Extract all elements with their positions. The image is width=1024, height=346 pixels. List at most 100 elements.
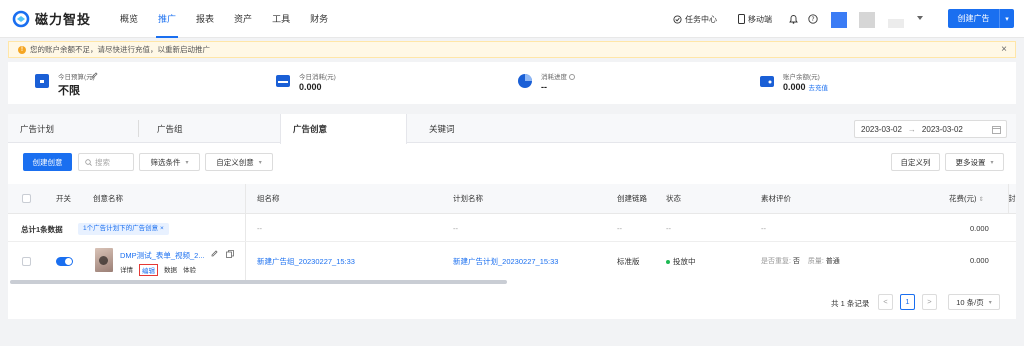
task-center-link[interactable]: 任务中心: [673, 0, 717, 38]
chevron-down-icon: ▾: [258, 159, 262, 166]
next-page-button[interactable]: >: [922, 294, 937, 310]
data-link[interactable]: 数据: [164, 264, 177, 276]
page-size-select[interactable]: 10 条/页 ▾: [948, 294, 1000, 310]
low-balance-notice: ! 您的账户余额不足，请尽快进行充值，以重新启动推广 ×: [8, 41, 1016, 58]
row-checkbox[interactable]: [22, 257, 31, 266]
date-end: 2023-03-02: [921, 124, 963, 134]
mobile-link[interactable]: 移动端: [738, 0, 772, 38]
play-icon: [99, 256, 108, 265]
create-ad-dropdown-icon[interactable]: ▾: [1000, 15, 1014, 23]
level-tabs: 广告计划 广告组 广告创意 关键词 2023-03-02 → 2023-03-0…: [8, 114, 1016, 144]
account-avatar-2[interactable]: [859, 12, 875, 28]
summary-link: --: [617, 224, 622, 233]
main-card: 广告计划 广告组 广告创意 关键词 2023-03-02 → 2023-03-0…: [8, 114, 1016, 319]
recharge-link[interactable]: 去充值: [809, 85, 829, 92]
nav-item-reports[interactable]: 报表: [186, 0, 224, 38]
account-name-placeholder[interactable]: [888, 19, 904, 28]
wallet-icon: [35, 74, 49, 88]
top-bar: 磁力智投 概览 推广 报表 资产 工具 财务 任务中心 移动端 ? 创建广告 ▾: [0, 0, 1024, 38]
brand-name: 磁力智投: [35, 12, 92, 27]
stat-budget: 今日预算(元) 不限: [34, 71, 98, 98]
tab-ad-group[interactable]: 广告组: [145, 114, 278, 143]
logo-icon: [12, 10, 30, 27]
table-row: DMP测试_表单_视频_2... 详情 编辑 数据 体验 新建广告组_20230…: [8, 242, 1016, 282]
tab-ad-plan[interactable]: 广告计划: [8, 114, 138, 143]
custom-columns-button[interactable]: 自定义列: [891, 153, 940, 171]
pie-chart-icon: [518, 74, 532, 88]
search-input[interactable]: 搜索: [78, 153, 134, 171]
summary-label: 总计1条数据: [21, 225, 63, 234]
col-status: 状态: [666, 194, 681, 203]
nav-item-tools[interactable]: 工具: [262, 0, 300, 38]
custom-creative-dropdown[interactable]: 自定义创意 ▾: [205, 153, 273, 171]
nav-item-finance[interactable]: 财务: [300, 0, 338, 38]
date-arrow: →: [907, 124, 916, 134]
bell-icon[interactable]: [789, 14, 798, 24]
creative-thumbnail[interactable]: [95, 248, 113, 272]
more-settings-dropdown[interactable]: 更多设置 ▾: [945, 153, 1004, 171]
row-switch-toggle[interactable]: [56, 257, 73, 266]
summary-group: --: [257, 224, 262, 233]
edit-link[interactable]: 编辑: [139, 264, 158, 276]
nav-item-overview[interactable]: 概览: [110, 0, 148, 38]
tab-keyword[interactable]: 关键词: [417, 114, 550, 143]
nav-item-assets[interactable]: 资产: [224, 0, 262, 38]
main-nav: 概览 推广 报表 资产 工具 财务: [110, 0, 338, 38]
stat-budget-value: 不限: [58, 85, 80, 97]
stat-spend: 今日消耗(元) 0.000: [275, 71, 336, 92]
creative-name-link[interactable]: DMP测试_表单_视频_2...: [120, 250, 205, 261]
detail-link[interactable]: 详情: [120, 264, 133, 276]
summary-row: 总计1条数据 1个广告计划下的广告创意 × -- -- -- -- -- 0.0…: [8, 215, 1016, 242]
prev-page-button[interactable]: <: [878, 294, 893, 310]
edit-icon[interactable]: [91, 72, 98, 79]
svg-text:?: ?: [811, 16, 814, 23]
col-group-name: 组名称: [257, 194, 280, 203]
purse-icon: [760, 76, 774, 87]
mobile-icon: [738, 14, 745, 24]
experience-link[interactable]: 体验: [183, 264, 196, 276]
row-plan-link[interactable]: 新建广告计划_20230227_15:33: [453, 256, 558, 267]
task-center-icon: [673, 14, 682, 24]
info-icon[interactable]: [568, 74, 575, 81]
tab-ad-creative[interactable]: 广告创意: [280, 114, 407, 144]
toolbar: 创建创意 搜索 筛选条件 ▾ 自定义创意 ▾ 自定义列 更多设置 ▾: [8, 153, 1016, 173]
filter-dropdown[interactable]: 筛选条件 ▾: [139, 153, 200, 171]
col-extra: 封: [1008, 194, 1016, 203]
edit-icon[interactable]: [211, 250, 218, 257]
help-icon[interactable]: ?: [808, 14, 818, 24]
summary-filter-chip[interactable]: 1个广告计划下的广告创意 ×: [78, 223, 169, 235]
horizontal-scrollbar[interactable]: [10, 280, 507, 284]
task-center-label: 任务中心: [685, 14, 717, 24]
date-start: 2023-03-02: [861, 124, 902, 134]
close-icon[interactable]: ×: [1001, 44, 1007, 55]
row-status: 投放中: [666, 256, 696, 267]
date-range-picker[interactable]: 2023-03-02 → 2023-03-02: [854, 120, 1007, 138]
select-all-checkbox[interactable]: [22, 194, 31, 203]
create-ad-button[interactable]: 创建广告 ▾: [948, 9, 1014, 28]
col-link: 创建链路: [617, 194, 647, 203]
create-creative-button[interactable]: 创建创意: [23, 153, 72, 171]
summary-cost: 0.000: [970, 224, 989, 233]
chevron-down-icon: ▾: [988, 299, 992, 306]
copy-icon[interactable]: [226, 250, 234, 258]
chevron-down-icon[interactable]: [917, 16, 923, 21]
stat-progress-label: 消耗进度: [541, 74, 567, 81]
account-avatar-1[interactable]: [831, 12, 847, 28]
stat-balance-label: 账户余额(元): [783, 74, 820, 81]
chip-close-icon[interactable]: ×: [160, 225, 164, 232]
search-icon: [85, 158, 92, 166]
stat-progress: 消耗进度 --: [517, 71, 575, 92]
col-switch: 开关: [56, 194, 71, 203]
page-1-button[interactable]: 1: [900, 294, 915, 310]
col-cost[interactable]: 花费(元) ⇕: [949, 184, 984, 214]
col-plan-name: 计划名称: [453, 194, 483, 203]
stat-spend-value: 0.000: [299, 82, 322, 92]
brand-logo[interactable]: 磁力智投: [12, 9, 91, 28]
nav-item-promotion[interactable]: 推广: [148, 0, 186, 38]
chevron-down-icon: ▾: [990, 159, 994, 166]
filter-label: 筛选条件: [150, 157, 181, 167]
warning-icon: !: [18, 45, 26, 54]
summary-plan: --: [453, 224, 458, 233]
row-actions: 详情 编辑 数据 体验: [120, 264, 196, 276]
row-group-link[interactable]: 新建广告组_20230227_15:33: [257, 256, 355, 267]
